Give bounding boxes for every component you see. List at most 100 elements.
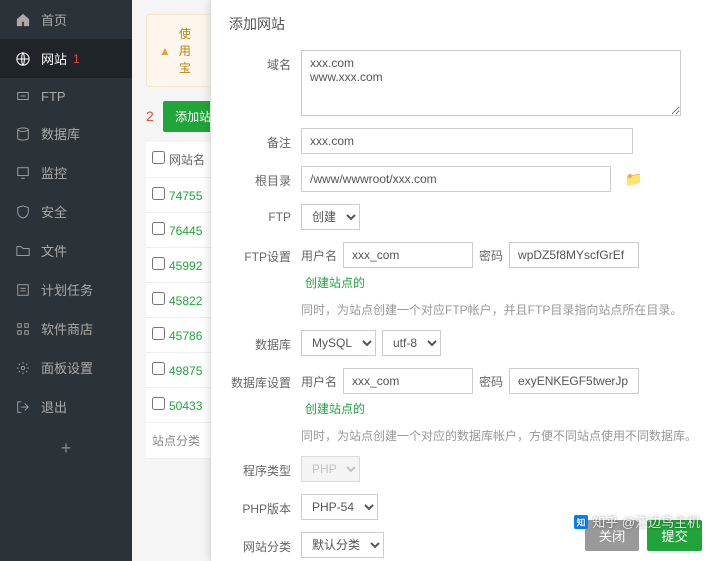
globe-icon	[15, 51, 31, 67]
folder-picker-icon[interactable]: 📁	[625, 171, 642, 188]
sidebar-item-cron[interactable]: 计划任务	[0, 270, 132, 309]
row-checkbox[interactable]	[152, 187, 165, 200]
site-link[interactable]: 49875	[169, 364, 202, 378]
sidebar-item-logout[interactable]: 退出	[0, 387, 132, 426]
site-table: 网站名 74755 76445 45992 45822 45786 49875 …	[146, 142, 218, 459]
program-select: PHP	[301, 456, 360, 482]
ftp-label: FTP	[229, 204, 301, 224]
table-row: 45822	[146, 283, 218, 318]
ftp-hint: 同时，为站点创建一个对应FTP帐户，并且FTP目录指向站点所在目录。	[301, 301, 702, 318]
row-checkbox[interactable]	[152, 257, 165, 270]
sidebar-item-store[interactable]: 软件商店	[0, 309, 132, 348]
row-checkbox[interactable]	[152, 362, 165, 375]
folder-icon	[15, 243, 31, 259]
sidebar-add[interactable]: +	[0, 426, 132, 471]
sidebar-item-database[interactable]: 数据库	[0, 114, 132, 153]
sidebar-item-label: 面板设置	[41, 358, 93, 377]
root-label: 根目录	[229, 166, 301, 189]
site-link[interactable]: 45786	[169, 329, 202, 343]
pwd-label: 密码	[479, 247, 503, 264]
user-label: 用户名	[301, 247, 337, 264]
monitor-icon	[15, 165, 31, 181]
logout-icon	[15, 399, 31, 415]
category-label: 网站分类	[229, 532, 301, 555]
ftp-settings-label: FTP设置	[229, 242, 301, 265]
sidebar-item-home[interactable]: 首页	[0, 0, 132, 39]
table-row: 49875	[146, 353, 218, 388]
db-label: 数据库	[229, 330, 301, 353]
row-checkbox[interactable]	[152, 292, 165, 305]
sidebar-item-label: 退出	[41, 397, 67, 416]
db-user-input[interactable]	[343, 368, 473, 394]
db-user-label: 用户名	[301, 373, 337, 390]
program-label: 程序类型	[229, 456, 301, 479]
warning-icon: ▲	[159, 44, 171, 58]
category-row: 站点分类	[146, 423, 218, 459]
modal-title: 添加网站	[229, 14, 702, 34]
sidebar-item-label: 网站	[41, 49, 67, 68]
sidebar-item-label: FTP	[41, 89, 66, 104]
store-icon	[15, 321, 31, 337]
sidebar-item-monitor[interactable]: 监控	[0, 153, 132, 192]
modal-footer: 关闭 提交	[585, 520, 702, 551]
remark-input[interactable]	[301, 128, 633, 154]
ftp-select[interactable]: 创建	[301, 204, 360, 230]
site-link[interactable]: 76445	[169, 224, 202, 238]
site-link[interactable]: 45992	[169, 259, 202, 273]
table-row: 50433	[146, 388, 218, 423]
submit-button[interactable]: 提交	[647, 520, 702, 551]
sidebar-item-security[interactable]: 安全	[0, 192, 132, 231]
task-icon	[15, 282, 31, 298]
settings-icon	[15, 360, 31, 376]
db-type-select[interactable]: MySQL	[301, 330, 376, 356]
root-input[interactable]	[301, 166, 611, 192]
db-charset-select[interactable]: utf-8	[382, 330, 441, 356]
shield-icon	[15, 204, 31, 220]
database-icon	[15, 126, 31, 142]
create-link[interactable]: 创建站点的	[305, 274, 365, 291]
ftp-pwd-input[interactable]	[509, 242, 639, 268]
domain-input[interactable]	[301, 50, 681, 116]
site-link[interactable]: 74755	[169, 189, 202, 203]
cancel-button[interactable]: 关闭	[585, 520, 640, 551]
sidebar-item-files[interactable]: 文件	[0, 231, 132, 270]
db-hint: 同时，为站点创建一个对应的数据库帐户，方便不同站点使用不同数据库。	[301, 427, 702, 444]
table-row: 45786	[146, 318, 218, 353]
badge: 1	[73, 52, 80, 66]
ftp-icon	[15, 88, 31, 104]
sidebar-item-label: 监控	[41, 163, 67, 182]
home-icon	[15, 12, 31, 28]
site-link[interactable]: 45822	[169, 294, 202, 308]
add-site-modal: 添加网站 域名 备注 根目录 📁 FTP 创建 FTP设置 用户名 密码 创建站…	[210, 0, 720, 561]
table-row: 76445	[146, 213, 218, 248]
sidebar-item-label: 首页	[41, 10, 67, 29]
row-checkbox[interactable]	[152, 327, 165, 340]
domain-label: 域名	[229, 50, 301, 73]
sidebar: 首页 网站 1 FTP 数据库 监控 安全 文件 计划任务 软件商店 面板设置 退…	[0, 0, 132, 561]
row-checkbox[interactable]	[152, 397, 165, 410]
site-link[interactable]: 50433	[169, 399, 202, 413]
sidebar-item-label: 文件	[41, 241, 67, 260]
row-checkbox[interactable]	[152, 222, 165, 235]
sidebar-item-label: 数据库	[41, 124, 80, 143]
db-pwd-label: 密码	[479, 373, 503, 390]
remark-label: 备注	[229, 128, 301, 151]
select-all-checkbox[interactable]	[152, 151, 165, 164]
ftp-user-input[interactable]	[343, 242, 473, 268]
table-row: 74755	[146, 178, 218, 213]
category-select[interactable]: 默认分类	[301, 532, 384, 558]
php-label: PHP版本	[229, 494, 301, 517]
php-select[interactable]: PHP-54	[301, 494, 378, 520]
warning-bar: ▲使用宝	[146, 14, 214, 87]
create-link-2[interactable]: 创建站点的	[305, 400, 365, 417]
table-row: 45992	[146, 248, 218, 283]
sidebar-item-settings[interactable]: 面板设置	[0, 348, 132, 387]
db-settings-label: 数据库设置	[229, 368, 301, 391]
sidebar-item-label: 计划任务	[41, 280, 93, 299]
step-badge: 2	[146, 108, 154, 124]
sidebar-item-label: 软件商店	[41, 319, 93, 338]
db-pwd-input[interactable]	[509, 368, 639, 394]
sidebar-item-label: 安全	[41, 202, 67, 221]
sidebar-item-website[interactable]: 网站 1	[0, 39, 132, 78]
sidebar-item-ftp[interactable]: FTP	[0, 78, 132, 114]
